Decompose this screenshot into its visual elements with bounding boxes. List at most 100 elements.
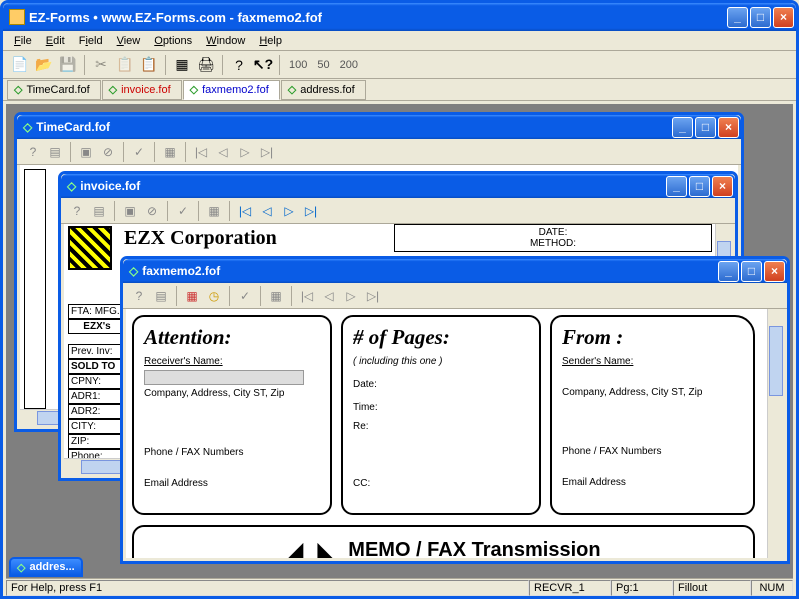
close-button[interactable]: ×: [773, 7, 794, 28]
fax-toolbar: ? ▤ ▦ ◷ ✓ ▦ |◁ ◁ ▷ ▷|: [123, 283, 787, 309]
timecard-close[interactable]: ×: [718, 117, 739, 138]
app-icon: [9, 9, 25, 25]
tab-timecard[interactable]: ◇TimeCard.fof: [7, 80, 101, 100]
prev-icon[interactable]: ◁: [319, 286, 339, 306]
fax-max[interactable]: □: [741, 261, 762, 282]
timecard-titlebar[interactable]: ◇ TimeCard.fof _ □ ×: [17, 115, 741, 139]
menubar: File Edit Field View Options Window Help: [3, 31, 796, 51]
book-icon[interactable]: ▤: [151, 286, 171, 306]
timecard-max[interactable]: □: [695, 117, 716, 138]
zoom-200[interactable]: 200: [336, 59, 362, 71]
copy-icon[interactable]: ▣: [76, 142, 96, 162]
zoom-100[interactable]: 100: [285, 59, 311, 71]
cut-icon[interactable]: ✂: [90, 54, 112, 76]
menu-view[interactable]: View: [110, 33, 148, 49]
menu-field[interactable]: Field: [72, 33, 110, 49]
pages-box: # of Pages: ( including this one ) Date:…: [341, 315, 541, 515]
cal-icon[interactable]: ▦: [182, 286, 202, 306]
stop-icon[interactable]: ⊘: [98, 142, 118, 162]
child-faxmemo[interactable]: ◇ faxmemo2.fof _ □ × ? ▤ ▦ ◷ ✓ ▦ |◁: [120, 256, 790, 564]
from-email: Email Address: [562, 477, 743, 488]
menu-options[interactable]: Options: [147, 33, 199, 49]
clock-icon[interactable]: ◷: [204, 286, 224, 306]
attention-phone: Phone / FAX Numbers: [144, 447, 320, 458]
menu-help[interactable]: Help: [252, 33, 289, 49]
attention-box: Attention: Receiver's Name: Company, Add…: [132, 315, 332, 515]
paste-icon[interactable]: 📋: [138, 54, 160, 76]
main-title: EZ-Forms • www.EZ-Forms.com - faxmemo2.f…: [29, 10, 322, 25]
fax-min[interactable]: _: [718, 261, 739, 282]
save-icon[interactable]: 💾: [57, 54, 79, 76]
prev-icon[interactable]: ◁: [257, 201, 277, 221]
menu-edit[interactable]: Edit: [39, 33, 72, 49]
invoice-max[interactable]: □: [689, 176, 710, 197]
minimize-button[interactable]: _: [727, 7, 748, 28]
main-toolbar: 📄 📂 💾 ✂ 📋 📋 ▦ 🖨 ? ↖? 100 50 200: [3, 51, 796, 79]
menu-file[interactable]: File: [7, 33, 39, 49]
open-icon[interactable]: 📂: [33, 54, 55, 76]
status-pg: Pg:1: [611, 580, 673, 596]
prev-icon[interactable]: ◁: [213, 142, 233, 162]
re-label: Re:: [353, 421, 529, 432]
help-icon[interactable]: ?: [67, 201, 87, 221]
fax-vscroll[interactable]: [767, 309, 784, 558]
book-icon[interactable]: ▤: [89, 201, 109, 221]
book-icon[interactable]: ▤: [45, 142, 65, 162]
status-recv: RECVR_1: [529, 580, 611, 596]
from-addr: Company, Address, City ST, Zip: [562, 387, 743, 398]
invoice-title: invoice.fof: [80, 179, 140, 193]
child-address-min[interactable]: ◇addres...: [9, 557, 83, 577]
zoom-50[interactable]: 50: [313, 59, 333, 71]
invoice-datebox: DATE: METHOD:: [394, 224, 712, 252]
last-icon[interactable]: ▷|: [363, 286, 383, 306]
attention-email: Email Address: [144, 478, 320, 489]
maximize-button[interactable]: □: [750, 7, 771, 28]
tab-faxmemo[interactable]: ◇faxmemo2.fof: [183, 80, 280, 100]
next-icon[interactable]: ▷: [341, 286, 361, 306]
stop-icon[interactable]: ⊘: [142, 201, 162, 221]
invoice-min[interactable]: _: [666, 176, 687, 197]
help-icon[interactable]: ?: [23, 142, 43, 162]
first-icon[interactable]: |◁: [191, 142, 211, 162]
check-icon[interactable]: ✓: [173, 201, 193, 221]
last-icon[interactable]: ▷|: [257, 142, 277, 162]
cc-label: CC:: [353, 478, 529, 489]
status-mode: Fillout: [673, 580, 751, 596]
tab-invoice[interactable]: ◇invoice.fof: [102, 80, 182, 100]
help-icon[interactable]: ?: [228, 54, 250, 76]
company-name: EZX Corporation: [124, 227, 277, 250]
receiver-label: Receiver's Name:: [144, 356, 320, 367]
preview-icon[interactable]: ▦: [171, 54, 193, 76]
calc-icon[interactable]: ▦: [204, 201, 224, 221]
menu-window[interactable]: Window: [199, 33, 252, 49]
attention-addr: Company, Address, City ST, Zip: [144, 388, 320, 399]
tab-address[interactable]: ◇address.fof: [281, 80, 366, 100]
first-icon[interactable]: |◁: [297, 286, 317, 306]
check-icon[interactable]: ✓: [129, 142, 149, 162]
copy-icon[interactable]: 📋: [114, 54, 136, 76]
receiver-input[interactable]: [144, 370, 304, 385]
invoice-close[interactable]: ×: [712, 176, 733, 197]
fax-titlebar[interactable]: ◇ faxmemo2.fof _ □ ×: [123, 259, 787, 283]
pages-sub: ( including this one ): [353, 356, 529, 367]
invoice-titlebar[interactable]: ◇ invoice.fof _ □ ×: [61, 174, 735, 198]
main-titlebar[interactable]: EZ-Forms • www.EZ-Forms.com - faxmemo2.f…: [3, 3, 796, 31]
next-icon[interactable]: ▷: [279, 201, 299, 221]
document-tabs: ◇TimeCard.fof ◇invoice.fof ◇faxmemo2.fof…: [3, 79, 796, 101]
next-icon[interactable]: ▷: [235, 142, 255, 162]
calc-icon[interactable]: ▦: [160, 142, 180, 162]
timecard-toolbar: ? ▤ ▣ ⊘ ✓ ▦ |◁ ◁ ▷ ▷|: [17, 139, 741, 165]
new-icon[interactable]: 📄: [9, 54, 31, 76]
context-help-icon[interactable]: ↖?: [252, 54, 274, 76]
check-icon[interactable]: ✓: [235, 286, 255, 306]
help-icon[interactable]: ?: [129, 286, 149, 306]
first-icon[interactable]: |◁: [235, 201, 255, 221]
print-icon[interactable]: 🖨: [195, 54, 217, 76]
from-phone: Phone / FAX Numbers: [562, 446, 743, 457]
calc-icon[interactable]: ▦: [266, 286, 286, 306]
memo-title: MEMO / FAX Transmission: [348, 539, 600, 559]
last-icon[interactable]: ▷|: [301, 201, 321, 221]
copy-icon[interactable]: ▣: [120, 201, 140, 221]
timecard-min[interactable]: _: [672, 117, 693, 138]
fax-close[interactable]: ×: [764, 261, 785, 282]
